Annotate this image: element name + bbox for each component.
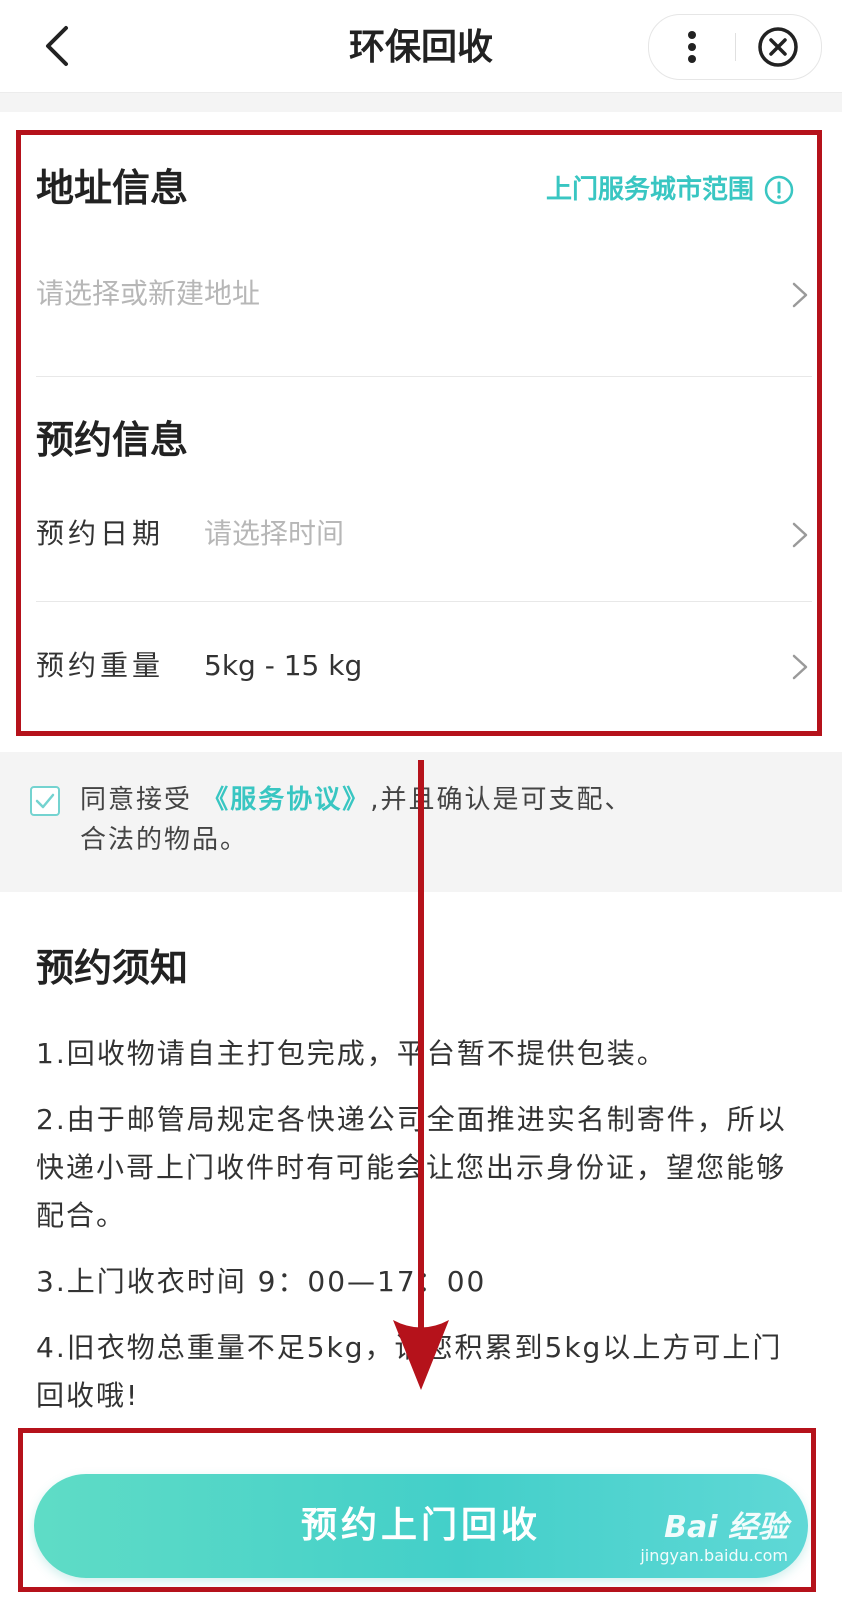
- booking-weight-label: 预约重量: [36, 649, 165, 682]
- close-circle-icon: [758, 27, 798, 67]
- booking-section-title: 预约信息: [36, 418, 189, 462]
- booking-date-placeholder: 请选择时间: [204, 517, 345, 550]
- service-city-range-link[interactable]: 上门服务城市范围: [546, 172, 794, 208]
- booking-weight-row[interactable]: 预约重量 5kg - 15 kg: [36, 638, 812, 698]
- notice-item: 4.旧衣物总重量不足5kg，请您积累到5kg以上方可上门回收哦!: [36, 1331, 783, 1412]
- more-options-button[interactable]: [667, 23, 717, 71]
- address-section-title: 地址信息: [36, 166, 189, 210]
- booking-date-label: 预约日期: [36, 517, 165, 550]
- watermark-logo-text: Bai 经验: [664, 1510, 788, 1545]
- notice-list: 1.回收物请自主打包完成，平台暂不提供包装。 2.由于邮管局规定各快递公司全面推…: [36, 1030, 806, 1438]
- booking-date-row[interactable]: 预约日期 请选择时间: [36, 506, 812, 566]
- info-icon: [764, 175, 794, 205]
- mini-program-capsule: [648, 14, 822, 80]
- booking-form-card: 地址信息 上门服务城市范围 请选择或新建地址 预约信息 预约日期 请选择时间 预…: [0, 112, 842, 752]
- notice-title: 预约须知: [36, 946, 189, 990]
- watermark-url: jingyan.baidu.com: [640, 1546, 788, 1565]
- booking-weight-value: 5kg - 15 kg: [204, 649, 363, 682]
- divider: [36, 376, 812, 377]
- chevron-right-icon: [792, 282, 808, 308]
- chevron-right-icon: [792, 522, 808, 548]
- agreement-text: 同意接受 《服务协议》,并且确认是可支配、合法的物品。: [80, 780, 660, 860]
- checkmark-icon: [35, 793, 55, 809]
- divider: [36, 601, 812, 602]
- baidu-jingyan-watermark: Bai 经验 jingyan.baidu.com: [640, 1510, 788, 1566]
- more-dots-icon: [688, 31, 696, 63]
- close-mini-program-button[interactable]: [753, 23, 803, 71]
- notice-item: 3.上门收衣时间 9：00—17：00: [36, 1265, 487, 1298]
- address-placeholder: 请选择或新建地址: [36, 277, 261, 310]
- service-city-range-label: 上门服务城市范围: [545, 175, 754, 205]
- notice-item: 2.由于邮管局规定各快递公司全面推进实名制寄件，所以快递小哥上门收件时有可能会让…: [36, 1103, 787, 1232]
- agreement-prefix: 同意接受: [80, 785, 203, 815]
- chevron-right-icon: [792, 654, 808, 680]
- address-selector-row[interactable]: 请选择或新建地址: [36, 266, 812, 326]
- agreement-checkbox[interactable]: [30, 786, 60, 816]
- notice-item: 1.回收物请自主打包完成，平台暂不提供包装。: [36, 1037, 667, 1070]
- service-agreement-link[interactable]: 《服务协议》: [202, 785, 370, 815]
- top-navigation-bar: 环保回收: [0, 0, 842, 93]
- capsule-separator: [735, 33, 736, 61]
